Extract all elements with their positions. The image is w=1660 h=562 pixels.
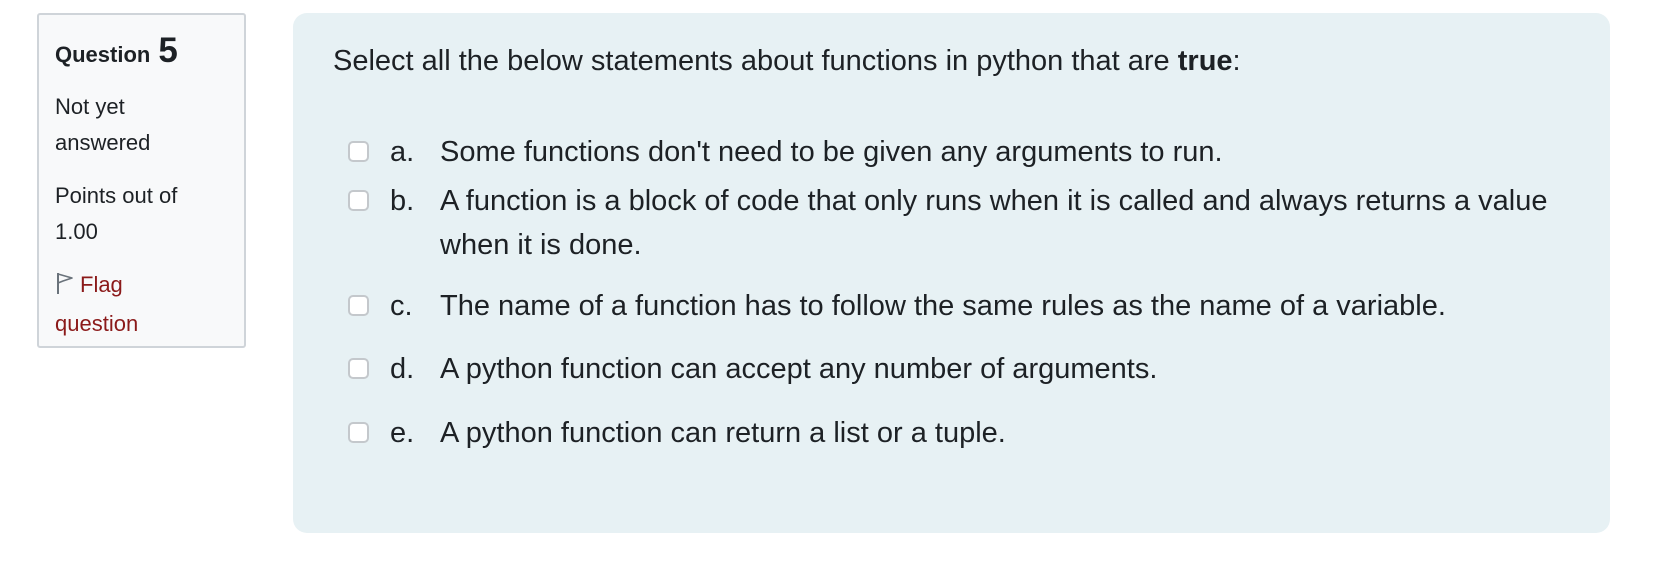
answer-letter: a. <box>390 136 415 168</box>
question-text-suffix: : <box>1232 45 1241 77</box>
question-number: Question 5 <box>55 33 244 68</box>
answer-text: A python function can return a list or a… <box>440 417 1006 449</box>
answer-checkbox-b[interactable] <box>348 190 369 211</box>
question-info-panel: Question 5 Not yet answered Points out o… <box>37 13 246 348</box>
question-grade: Points out of 1.00 <box>55 183 178 244</box>
answer-letter: d. <box>390 353 415 385</box>
answer-text: A python function can accept any number … <box>440 353 1158 385</box>
answer-letter: c. <box>390 290 413 322</box>
answer-checkbox-c[interactable] <box>348 295 369 316</box>
question-text: Select all the below statements about fu… <box>333 43 1241 79</box>
question-text-emphasis: true <box>1177 45 1233 77</box>
question-number-value: 5 <box>158 31 178 70</box>
question-content: Select all the below statements about fu… <box>293 13 1610 533</box>
answer-text: Some functions don't need to be given an… <box>440 136 1223 168</box>
answer-text: The name of a function has to follow the… <box>440 290 1446 322</box>
answer-letter: b. <box>390 185 415 217</box>
flag-question-link[interactable]: Flag question <box>55 267 185 342</box>
answer-checkbox-a[interactable] <box>348 141 369 162</box>
answer-text: A function is a block of code that only … <box>440 185 1548 261</box>
answer-checkbox-d[interactable] <box>348 358 369 379</box>
question-state: Not yet answered <box>55 94 151 155</box>
answer-letter: e. <box>390 417 415 449</box>
question-text-prefix: Select all the below statements about fu… <box>333 45 1178 77</box>
question-word: Question <box>55 42 151 67</box>
answer-checkbox-e[interactable] <box>348 422 369 443</box>
flag-icon <box>55 270 75 306</box>
